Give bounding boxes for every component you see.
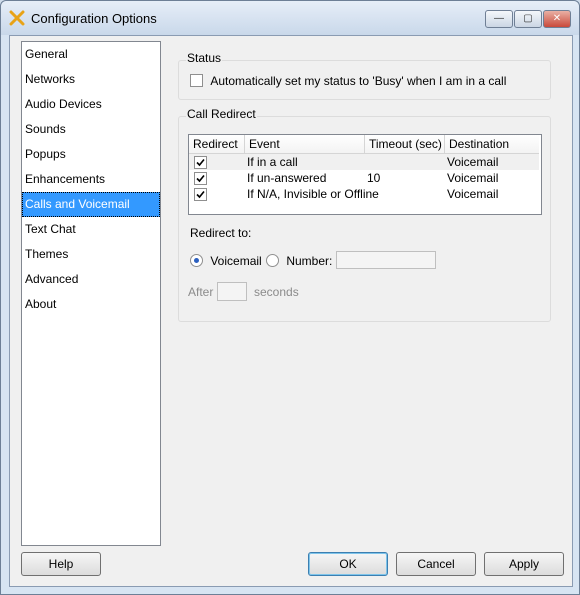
event-cell: If in a call xyxy=(247,155,298,169)
redirect-checkbox[interactable] xyxy=(194,172,207,185)
number-radio[interactable] xyxy=(266,254,279,268)
destination-cell: Voicemail xyxy=(447,171,499,185)
voicemail-radio[interactable] xyxy=(190,254,203,268)
checkmark-icon xyxy=(196,190,205,199)
checkmark-icon xyxy=(196,174,205,183)
event-cell: If N/A, Invisible or Offline xyxy=(247,187,379,201)
maximize-button[interactable]: ▢ xyxy=(514,10,542,28)
column-header-timeout[interactable]: Timeout (sec) xyxy=(365,135,445,154)
seconds-label: seconds xyxy=(254,285,299,299)
column-header-event[interactable]: Event xyxy=(245,135,365,154)
after-seconds-input[interactable] xyxy=(217,282,247,301)
table-row[interactable]: If N/A, Invisible or Offline Voicemail xyxy=(189,186,539,202)
nav-item-themes[interactable]: Themes xyxy=(22,242,160,267)
busy-status-label: Automatically set my status to 'Busy' wh… xyxy=(210,73,507,88)
nav-item-popups[interactable]: Popups xyxy=(22,142,160,167)
timeout-cell: 10 xyxy=(367,171,381,185)
busy-status-checkbox[interactable] xyxy=(190,74,203,88)
dialog-body: General Networks Audio Devices Sounds Po… xyxy=(9,35,573,587)
number-radio-label: Number: xyxy=(286,253,333,268)
category-list[interactable]: General Networks Audio Devices Sounds Po… xyxy=(21,41,161,546)
cancel-button[interactable]: Cancel xyxy=(396,552,476,576)
status-group-label: Status xyxy=(186,51,223,65)
redirect-checkbox[interactable] xyxy=(194,156,207,169)
number-input[interactable] xyxy=(336,251,436,269)
help-button[interactable]: Help xyxy=(21,552,101,576)
number-option[interactable]: Number: xyxy=(266,253,332,268)
column-header-redirect[interactable]: Redirect xyxy=(189,135,245,154)
column-header-destination[interactable]: Destination xyxy=(445,135,539,154)
redirect-to-label: Redirect to: xyxy=(190,226,252,240)
voicemail-option[interactable]: Voicemail xyxy=(190,253,262,268)
busy-status-option[interactable]: Automatically set my status to 'Busy' wh… xyxy=(190,73,506,88)
destination-cell: Voicemail xyxy=(447,155,499,169)
nav-item-networks[interactable]: Networks xyxy=(22,67,160,92)
apply-button[interactable]: Apply xyxy=(484,552,564,576)
table-row[interactable]: If un-answered 10 Voicemail xyxy=(189,170,539,186)
destination-cell: Voicemail xyxy=(447,187,499,201)
window-title: Configuration Options xyxy=(31,11,157,26)
minimize-button[interactable]: — xyxy=(485,10,513,28)
nav-item-enhancements[interactable]: Enhancements xyxy=(22,167,160,192)
nav-item-text-chat[interactable]: Text Chat xyxy=(22,217,160,242)
redirect-table[interactable]: Redirect Event Timeout (sec) Destination… xyxy=(188,134,542,215)
after-label: After xyxy=(188,285,214,299)
nav-item-sounds[interactable]: Sounds xyxy=(22,117,160,142)
app-logo-icon xyxy=(9,10,25,26)
title-bar[interactable]: Configuration Options — ▢ ✕ xyxy=(1,1,579,35)
nav-item-calls-and-voicemail[interactable]: Calls and Voicemail xyxy=(22,192,160,217)
voicemail-radio-label: Voicemail xyxy=(210,253,262,268)
nav-item-about[interactable]: About xyxy=(22,292,160,317)
call-redirect-group-label: Call Redirect xyxy=(186,107,257,121)
redirect-checkbox[interactable] xyxy=(194,188,207,201)
close-button[interactable]: ✕ xyxy=(543,10,571,28)
nav-item-advanced[interactable]: Advanced xyxy=(22,267,160,292)
config-window: Configuration Options — ▢ ✕ General Netw… xyxy=(0,0,580,595)
nav-item-general[interactable]: General xyxy=(22,42,160,67)
checkmark-icon xyxy=(196,158,205,167)
table-row[interactable]: If in a call Voicemail xyxy=(189,154,539,170)
nav-item-audio-devices[interactable]: Audio Devices xyxy=(22,92,160,117)
ok-button[interactable]: OK xyxy=(308,552,388,576)
event-cell: If un-answered xyxy=(247,171,327,185)
